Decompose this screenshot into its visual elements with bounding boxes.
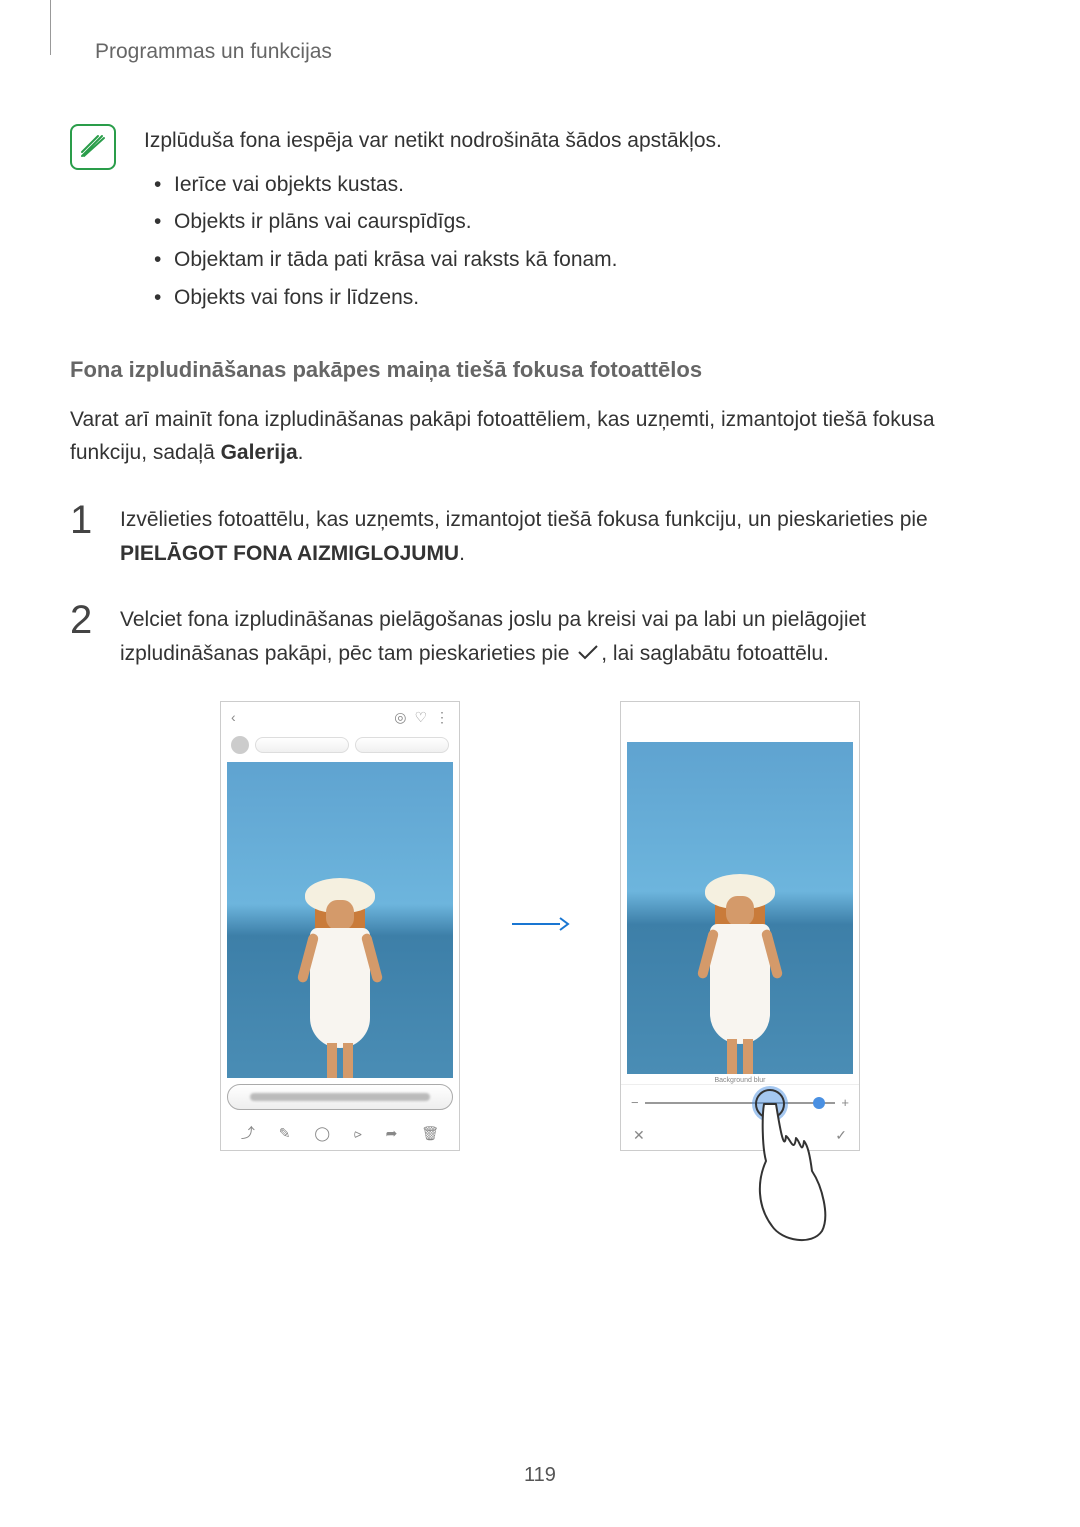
- note-item: Objektam ir tāda pati krāsa vai raksts k…: [174, 241, 722, 279]
- body-bold: Galerija: [221, 441, 298, 464]
- page-number: 119: [0, 1464, 1080, 1487]
- note-intro: Izplūduša fona iespēja var netikt nodroš…: [144, 124, 722, 158]
- step-number: 2: [70, 600, 100, 640]
- share-icon[interactable]: ⤴: [241, 1123, 255, 1143]
- phone-screenshot-left: ‹ ◎ ♡ ⋮: [220, 701, 460, 1151]
- slider-plus: +: [841, 1095, 849, 1110]
- screenshots-row: ‹ ◎ ♡ ⋮: [70, 701, 1010, 1151]
- circle-icon[interactable]: ◯: [314, 1125, 330, 1142]
- side-rule: [50, 0, 51, 55]
- photo-preview: [627, 742, 853, 1074]
- step-1: 1 Izvēlieties fotoattēlu, kas uzņemts, i…: [70, 500, 1010, 570]
- pill-button[interactable]: [255, 737, 349, 753]
- slider-minus: −: [631, 1095, 639, 1110]
- section-heading: Fona izpludināšanas pakāpes maiņa tiešā …: [70, 357, 1010, 383]
- finger-gesture-icon: [732, 1086, 842, 1261]
- edit-icon[interactable]: ✎: [279, 1125, 291, 1142]
- photo-preview: [227, 762, 453, 1078]
- back-icon[interactable]: ‹: [231, 709, 236, 725]
- tag-icon[interactable]: ⪧: [354, 1125, 362, 1142]
- body-pre: Varat arī mainīt fona izpludināšanas pak…: [70, 408, 935, 465]
- section-body: Varat arī mainīt fona izpludināšanas pak…: [70, 403, 1010, 470]
- step-number: 1: [70, 500, 100, 540]
- body-post: .: [298, 441, 304, 464]
- step-2: 2 Velciet fona izpludināšanas pielāgošan…: [70, 600, 1010, 671]
- note-item: Objekts ir plāns vai caurspīdīgs.: [174, 203, 722, 241]
- trash-icon[interactable]: 🗑: [421, 1125, 439, 1142]
- arrow-icon: [510, 914, 570, 939]
- step1-post: .: [459, 542, 465, 565]
- phone-screenshot-right: Background blur − + ✕ ✓: [620, 701, 860, 1151]
- step2-post: , lai saglabātu fotoattēlu.: [601, 642, 829, 665]
- note-block: Izplūduša fona iespēja var netikt nodroš…: [70, 124, 1010, 317]
- step1-bold: PIELĀGOT FONA AIZMIGLOJUMU: [120, 542, 459, 565]
- note-item: Objekts vai fons ir līdzens.: [174, 279, 722, 317]
- adjust-blur-button[interactable]: [227, 1084, 453, 1110]
- heart-icon[interactable]: ♡: [414, 709, 427, 726]
- cancel-icon[interactable]: ✕: [633, 1127, 645, 1144]
- slider-label: Background blur: [621, 1074, 859, 1084]
- send-icon[interactable]: ➦: [386, 1125, 398, 1142]
- more-icon[interactable]: ⋮: [435, 709, 449, 726]
- view-icon[interactable]: ◎: [394, 709, 406, 726]
- check-icon: [577, 637, 599, 671]
- note-item: Ierīce vai objekts kustas.: [174, 166, 722, 204]
- note-icon: [70, 124, 116, 170]
- step1-pre: Izvēlieties fotoattēlu, kas uzņemts, izm…: [120, 508, 928, 531]
- avatar-icon: [231, 736, 249, 754]
- page-header: Programmas un funkcijas: [70, 40, 1010, 64]
- pill-button[interactable]: [355, 737, 449, 753]
